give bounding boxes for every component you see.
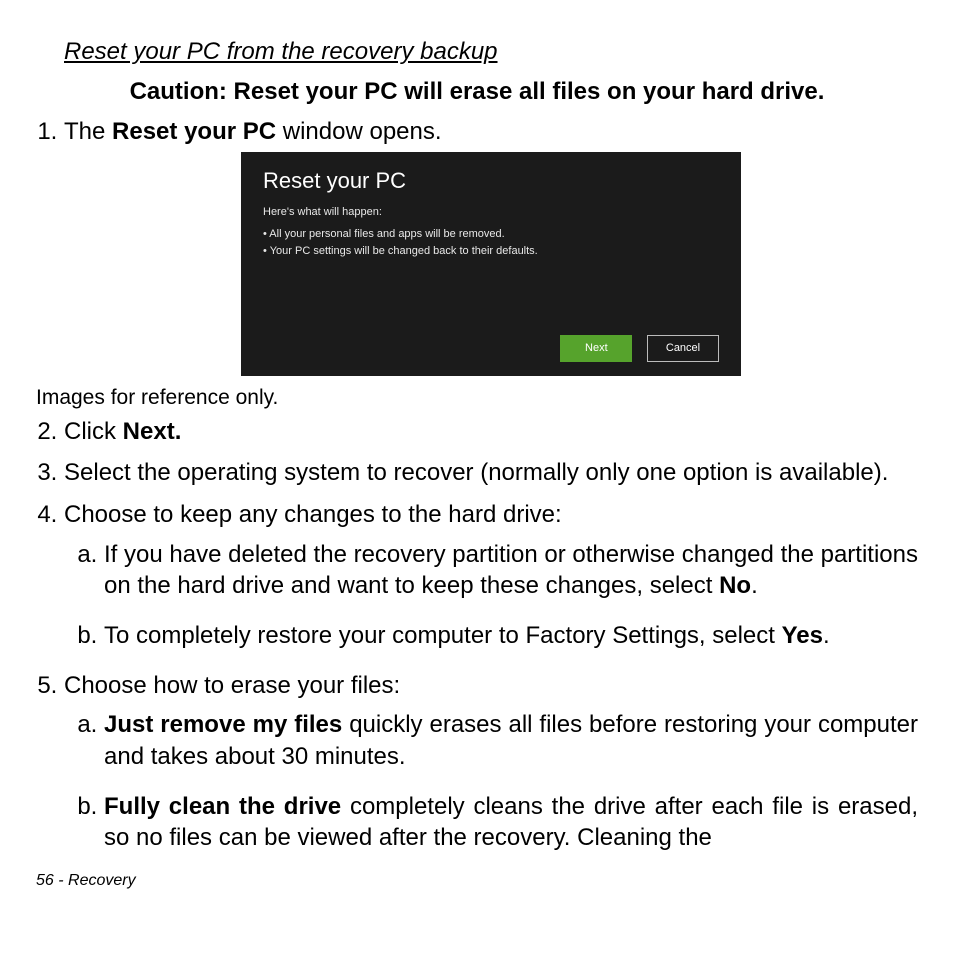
section-title: Reset your PC from the recovery backup <box>64 38 918 66</box>
step-4b-suffix: . <box>823 622 830 649</box>
step-4: Choose to keep any changes to the hard d… <box>64 499 918 652</box>
dialog-title: Reset your PC <box>263 166 719 195</box>
step-2: Click Next. <box>64 416 918 448</box>
step-1-suffix: window opens. <box>276 118 441 145</box>
step-4-sublist: If you have deleted the recovery partiti… <box>64 539 918 652</box>
step-4a-bold: No <box>719 572 751 599</box>
step-1-prefix: The <box>64 118 112 145</box>
caution-text: Caution: Reset your PC will erase all fi… <box>36 78 918 106</box>
image-note: Images for reference only. <box>36 386 918 410</box>
step-2-bold: Next. <box>123 418 182 445</box>
steps-list-cont: Click Next. Select the operating system … <box>36 416 918 854</box>
step-4b: To completely restore your computer to F… <box>104 620 918 652</box>
dialog-bullets: • All your personal files and apps will … <box>263 227 719 258</box>
dialog-bullet-2: • Your PC settings will be changed back … <box>263 244 719 259</box>
step-4a-suffix: . <box>751 572 758 599</box>
step-5-sublist: Just remove my files quickly erases all … <box>64 709 918 854</box>
steps-list: The Reset your PC window opens. Reset yo… <box>36 116 918 376</box>
step-5b: Fully clean the drive completely cleans … <box>104 791 918 854</box>
step-5a: Just remove my files quickly erases all … <box>104 709 918 772</box>
step-4a-text: If you have deleted the recovery partiti… <box>104 541 918 600</box>
step-5-text: Choose how to erase your files: <box>64 672 400 699</box>
next-button[interactable]: Next <box>560 335 632 362</box>
step-5b-bold: Fully clean the drive <box>104 793 341 820</box>
step-3: Select the operating system to recover (… <box>64 457 918 489</box>
dialog-button-row: Next Cancel <box>263 328 719 362</box>
dialog-bullet-1: • All your personal files and apps will … <box>263 227 719 242</box>
screenshot-container: Reset your PC Here's what will happen: •… <box>64 152 918 376</box>
manual-page: Reset your PC from the recovery backup C… <box>0 0 954 910</box>
dialog-intro: Here's what will happen: <box>263 205 719 220</box>
reset-pc-dialog: Reset your PC Here's what will happen: •… <box>241 152 741 376</box>
step-4-text: Choose to keep any changes to the hard d… <box>64 501 562 528</box>
step-5: Choose how to erase your files: Just rem… <box>64 670 918 854</box>
step-4b-text: To completely restore your computer to F… <box>104 622 782 649</box>
step-5a-bold: Just remove my files <box>104 711 342 738</box>
page-footer: 56 - Recovery <box>36 872 918 890</box>
step-4b-bold: Yes <box>782 622 823 649</box>
step-1-bold: Reset your PC <box>112 118 276 145</box>
step-1: The Reset your PC window opens. Reset yo… <box>64 116 918 376</box>
step-4a: If you have deleted the recovery partiti… <box>104 539 918 602</box>
cancel-button[interactable]: Cancel <box>647 335 719 362</box>
step-2-prefix: Click <box>64 418 123 445</box>
